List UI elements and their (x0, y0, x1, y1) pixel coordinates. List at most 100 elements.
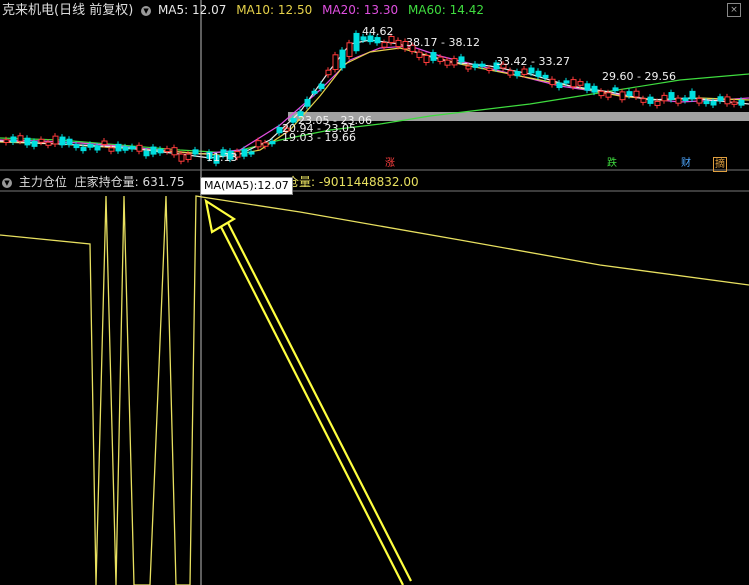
candle (535, 70, 542, 77)
candle (668, 92, 675, 101)
range-label: 33.42 - 33.27 (496, 55, 570, 68)
candle (724, 96, 731, 105)
chevron-circle-icon[interactable]: ▼ (2, 177, 12, 188)
candle (717, 96, 724, 102)
indicator-title: 主力仓位 (18, 175, 67, 189)
candle (73, 144, 80, 149)
candle (87, 143, 94, 148)
price-chart[interactable] (0, 0, 749, 585)
candle (507, 70, 514, 76)
candle (549, 78, 556, 86)
candle (514, 71, 521, 77)
event-tag-up[interactable]: 涨 (384, 157, 396, 170)
candle (640, 98, 647, 103)
candle (626, 91, 633, 97)
candle (157, 148, 164, 154)
candle (150, 146, 157, 155)
candle (528, 67, 535, 74)
price-header: 克来机电(日线 前复权) ▼ MA5: 12.07 MA10: 12.50 MA… (2, 1, 484, 19)
candle (633, 90, 640, 98)
candle (262, 142, 269, 147)
candle (542, 74, 549, 79)
stock-title: 克来机电(日线 前复权) (2, 3, 134, 18)
candle (654, 100, 661, 106)
candle (178, 153, 185, 162)
indicator-value-2: 仓量: -9011448832.00 (287, 175, 419, 189)
candle (66, 138, 73, 146)
candle (472, 63, 479, 68)
candle (374, 37, 381, 44)
candle (24, 137, 31, 146)
low-price-label: 11.13 (206, 151, 238, 164)
range-label: 29.60 - 29.56 (602, 70, 676, 83)
crosshair-tooltip: MA(MA5):12.07 (200, 177, 293, 195)
candle (10, 136, 17, 143)
candle (612, 87, 619, 92)
annotation-arrow (204, 198, 412, 585)
candle (318, 83, 325, 90)
candle (255, 140, 262, 148)
chevron-circle-icon[interactable]: ▼ (141, 5, 152, 16)
candle (192, 149, 199, 155)
range-label: 19.03 - 19.66 (282, 131, 356, 144)
candle (346, 42, 353, 57)
ma60-label: MA60: 14.42 (407, 3, 484, 17)
candle (17, 135, 24, 142)
candle (381, 42, 388, 48)
candle (661, 94, 668, 102)
candle (45, 141, 52, 146)
candle (80, 146, 87, 152)
candle (164, 148, 171, 153)
candle (171, 147, 178, 156)
candle (731, 101, 738, 105)
chart-canvas[interactable] (0, 0, 749, 585)
candle (465, 65, 472, 70)
candle (353, 32, 360, 52)
candle (675, 97, 682, 104)
candle (325, 69, 332, 76)
candle (605, 92, 612, 98)
candle (451, 58, 458, 66)
candle (416, 51, 423, 58)
candle (570, 79, 577, 88)
candle (108, 147, 115, 152)
candle (556, 82, 563, 89)
event-tag-note[interactable]: 摘 (713, 157, 727, 172)
peak-price-label: 44.62 (362, 25, 394, 38)
candle (143, 150, 150, 157)
candle (591, 85, 598, 93)
candle (479, 63, 486, 67)
ma20-label: MA20: 13.30 (322, 3, 399, 17)
event-tag-finance[interactable]: 财 (680, 157, 692, 170)
range-label: 38.17 - 38.12 (406, 36, 480, 49)
candle (689, 90, 696, 100)
candle (598, 90, 605, 97)
candle (241, 148, 248, 157)
ma10-label: MA10: 12.50 (236, 3, 313, 17)
candle (185, 153, 192, 160)
candle (521, 68, 528, 75)
candle (122, 146, 129, 151)
candle (304, 98, 311, 107)
indicator-chart[interactable] (0, 190, 749, 585)
event-tag-down[interactable]: 跌 (606, 157, 618, 170)
candle (269, 141, 276, 145)
candle (3, 139, 10, 143)
candle (339, 49, 346, 69)
candle (437, 56, 444, 62)
candle (710, 100, 717, 106)
candle (59, 136, 66, 146)
candle (703, 100, 710, 105)
candle (94, 145, 101, 151)
candle (395, 39, 402, 47)
candle (38, 138, 45, 143)
candle (619, 91, 626, 101)
candle (101, 140, 108, 145)
candle (486, 67, 493, 71)
candle (31, 140, 38, 147)
candle (458, 56, 465, 63)
candle (332, 54, 339, 71)
candle (563, 80, 570, 84)
close-icon[interactable]: × (727, 3, 741, 17)
candle (647, 96, 654, 104)
